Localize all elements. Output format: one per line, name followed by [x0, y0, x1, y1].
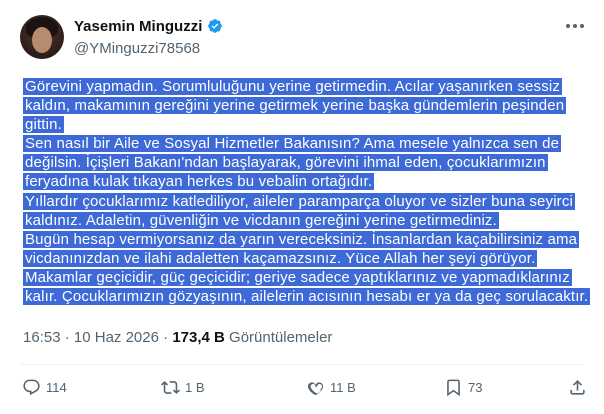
repost-button[interactable]: 1 B — [161, 378, 205, 397]
bookmark-icon — [447, 379, 460, 397]
tweet-line: kalır. Çocuklarımızın gözyaşının, ailele… — [23, 288, 591, 306]
tweet-line: kaldın, makamının gereğini yerine getirm… — [23, 97, 567, 115]
verified-badge-icon — [208, 19, 223, 33]
bookmark-count: 73 — [468, 380, 483, 395]
avatar[interactable] — [20, 15, 64, 59]
tweet-time[interactable]: 16:53 — [23, 329, 61, 346]
like-button[interactable]: 11 B — [306, 378, 356, 397]
views-count: 173,4 B — [172, 329, 225, 346]
more-icon[interactable] — [566, 24, 586, 30]
tweet-line: Makamlar geçicidir, güç geçicidir; geriy… — [23, 268, 572, 286]
tweet-line: Yıllardır çocuklarımız katlediliyor, ail… — [23, 192, 575, 210]
action-bar: 114 1 B 11 B 73 — [20, 378, 590, 402]
tweet-line: vicdanınızdan ve ilahi adaletten kaçamaz… — [23, 249, 538, 267]
tweet-line: Bugün hesap vermiyorsanız da yarın verec… — [23, 230, 580, 248]
tweet-meta: 16:53 · 10 Haz 2026 · 173,4 B Görüntülem… — [23, 329, 332, 346]
tweet-line: kaldınız. Adaletin, güvenliğin ve vicdan… — [23, 211, 499, 229]
author-handle[interactable]: @YMinguzzi78568 — [74, 40, 200, 57]
author-display-name[interactable]: Yasemin Minguzzi — [74, 18, 202, 35]
bookmark-button[interactable]: 73 — [444, 378, 482, 397]
author-name-row: Yasemin Minguzzi — [74, 16, 223, 36]
avatar-face — [32, 27, 52, 53]
meta-separator: · — [163, 329, 169, 346]
repost-count: 1 B — [185, 380, 205, 395]
reply-count: 114 — [46, 380, 67, 395]
tweet-line: gittin. — [23, 116, 64, 134]
views-label: Görüntülemeler — [229, 329, 333, 346]
tweet-line: feryadına kulak tıkayan herkes bu vebali… — [23, 173, 375, 191]
tweet-line: değilsin. İçişleri Bakanı'ndan başlayara… — [23, 154, 548, 172]
reply-icon — [23, 379, 40, 396]
meta-separator: · — [64, 329, 70, 346]
reply-button[interactable]: 114 — [22, 378, 67, 397]
repost-icon — [161, 381, 180, 394]
like-icon — [307, 382, 324, 396]
tweet-line: Görevini yapmadın. Sorumluluğunu yerine … — [23, 78, 562, 95]
like-count: 11 B — [330, 380, 356, 395]
tweet-text: Görevini yapmadın. Sorumluluğunu yerine … — [23, 77, 591, 306]
tweet-line: Sen nasıl bir Aile ve Sosyal Hizmetler B… — [23, 135, 562, 153]
tweet-date[interactable]: 10 Haz 2026 — [74, 329, 159, 346]
divider — [20, 364, 584, 365]
share-button[interactable] — [568, 378, 587, 397]
share-icon — [570, 380, 585, 395]
